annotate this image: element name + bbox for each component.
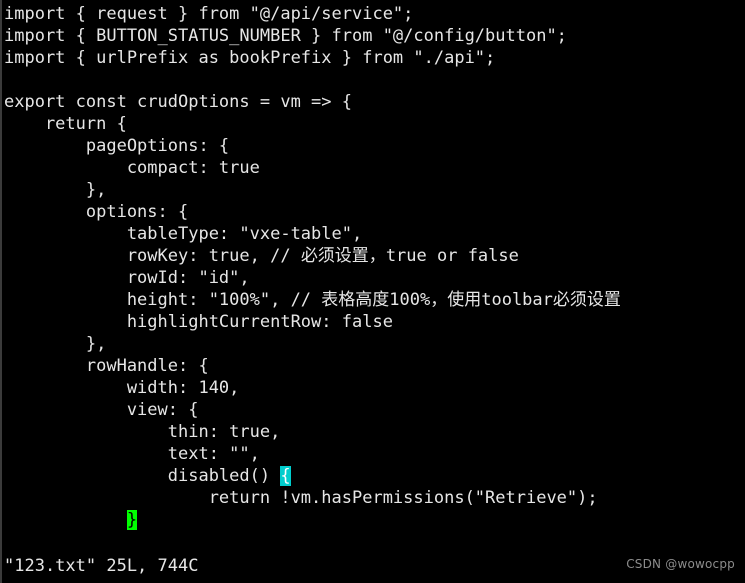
- code-text: text: "",: [4, 444, 260, 464]
- code-line[interactable]: thin: true,: [4, 421, 745, 443]
- code-line[interactable]: import { urlPrefix as bookPrefix } from …: [4, 47, 745, 69]
- vim-status-line: "123.txt" 25L, 744C: [4, 556, 199, 576]
- code-line[interactable]: width: 140,: [4, 377, 745, 399]
- code-line[interactable]: view: {: [4, 399, 745, 421]
- code-text: true or false: [385, 246, 519, 266]
- editor-buffer[interactable]: import { request } from "@/api/service";…: [4, 3, 745, 531]
- code-line[interactable]: options: {: [4, 201, 745, 223]
- code-text: options: {: [4, 202, 189, 222]
- code-text: ，使用: [430, 290, 482, 310]
- code-line[interactable]: pageOptions: {: [4, 135, 745, 157]
- code-line[interactable]: disabled() {: [4, 465, 745, 487]
- code-text: import { request } from "@/api/service";: [4, 4, 414, 24]
- csdn-watermark: CSDN @wowocpp: [626, 557, 735, 571]
- code-text: height: "100%", //: [4, 290, 322, 310]
- code-line[interactable]: rowId: "id",: [4, 267, 745, 289]
- code-line[interactable]: text: "",: [4, 443, 745, 465]
- code-line[interactable]: }: [4, 509, 745, 531]
- code-text: rowKey: true, //: [4, 246, 301, 266]
- code-line[interactable]: import { BUTTON_STATUS_NUMBER } from "@/…: [4, 25, 745, 47]
- code-text: highlightCurrentRow: false: [4, 312, 393, 332]
- code-line[interactable]: tableType: "vxe-table",: [4, 223, 745, 245]
- code-text: disabled(): [4, 466, 281, 486]
- code-line[interactable]: compact: true: [4, 157, 745, 179]
- code-line[interactable]: return {: [4, 113, 745, 135]
- code-text: 必须设置: [552, 290, 621, 310]
- code-line[interactable]: height: "100%", // 表格高度100%，使用toolbar必须设…: [4, 289, 745, 311]
- code-line[interactable]: rowKey: true, // 必须设置，true or false: [4, 245, 745, 267]
- matching-bracket-highlight[interactable]: }: [126, 510, 138, 530]
- code-text: },: [4, 180, 107, 200]
- code-line[interactable]: },: [4, 179, 745, 201]
- code-text: import { BUTTON_STATUS_NUMBER } from "@/…: [4, 26, 567, 46]
- code-text: rowHandle: {: [4, 356, 209, 376]
- code-text: export const crudOptions = vm => {: [4, 92, 352, 112]
- code-line[interactable]: return !vm.hasPermissions("Retrieve");: [4, 487, 745, 509]
- code-line[interactable]: highlightCurrentRow: false: [4, 311, 745, 333]
- code-text: 必须设置，: [300, 246, 386, 266]
- code-text: thin: true,: [4, 422, 281, 442]
- code-line[interactable]: export const crudOptions = vm => {: [4, 91, 745, 113]
- code-line[interactable]: import { request } from "@/api/service";: [4, 3, 745, 25]
- code-text: tableType: "vxe-table",: [4, 224, 363, 244]
- code-text: return {: [4, 114, 127, 134]
- code-text: import { urlPrefix as bookPrefix } from …: [4, 48, 496, 68]
- code-text: 100%: [389, 290, 431, 310]
- code-text: toolbar: [481, 290, 553, 310]
- code-line[interactable]: rowHandle: {: [4, 355, 745, 377]
- code-text: 表格高度: [321, 290, 390, 310]
- code-text: rowId: "id",: [4, 268, 250, 288]
- code-line[interactable]: },: [4, 333, 745, 355]
- code-text: compact: true: [4, 158, 260, 178]
- window-left-edge: [0, 0, 2, 583]
- code-text: view: {: [4, 400, 199, 420]
- code-text: return !vm.hasPermissions("Retrieve");: [4, 488, 598, 508]
- code-text: },: [4, 334, 107, 354]
- code-text: pageOptions: {: [4, 136, 230, 156]
- vim-cursor-block[interactable]: {: [280, 466, 291, 486]
- terminal-window: import { request } from "@/api/service";…: [0, 0, 745, 583]
- code-text: width: 140,: [4, 378, 240, 398]
